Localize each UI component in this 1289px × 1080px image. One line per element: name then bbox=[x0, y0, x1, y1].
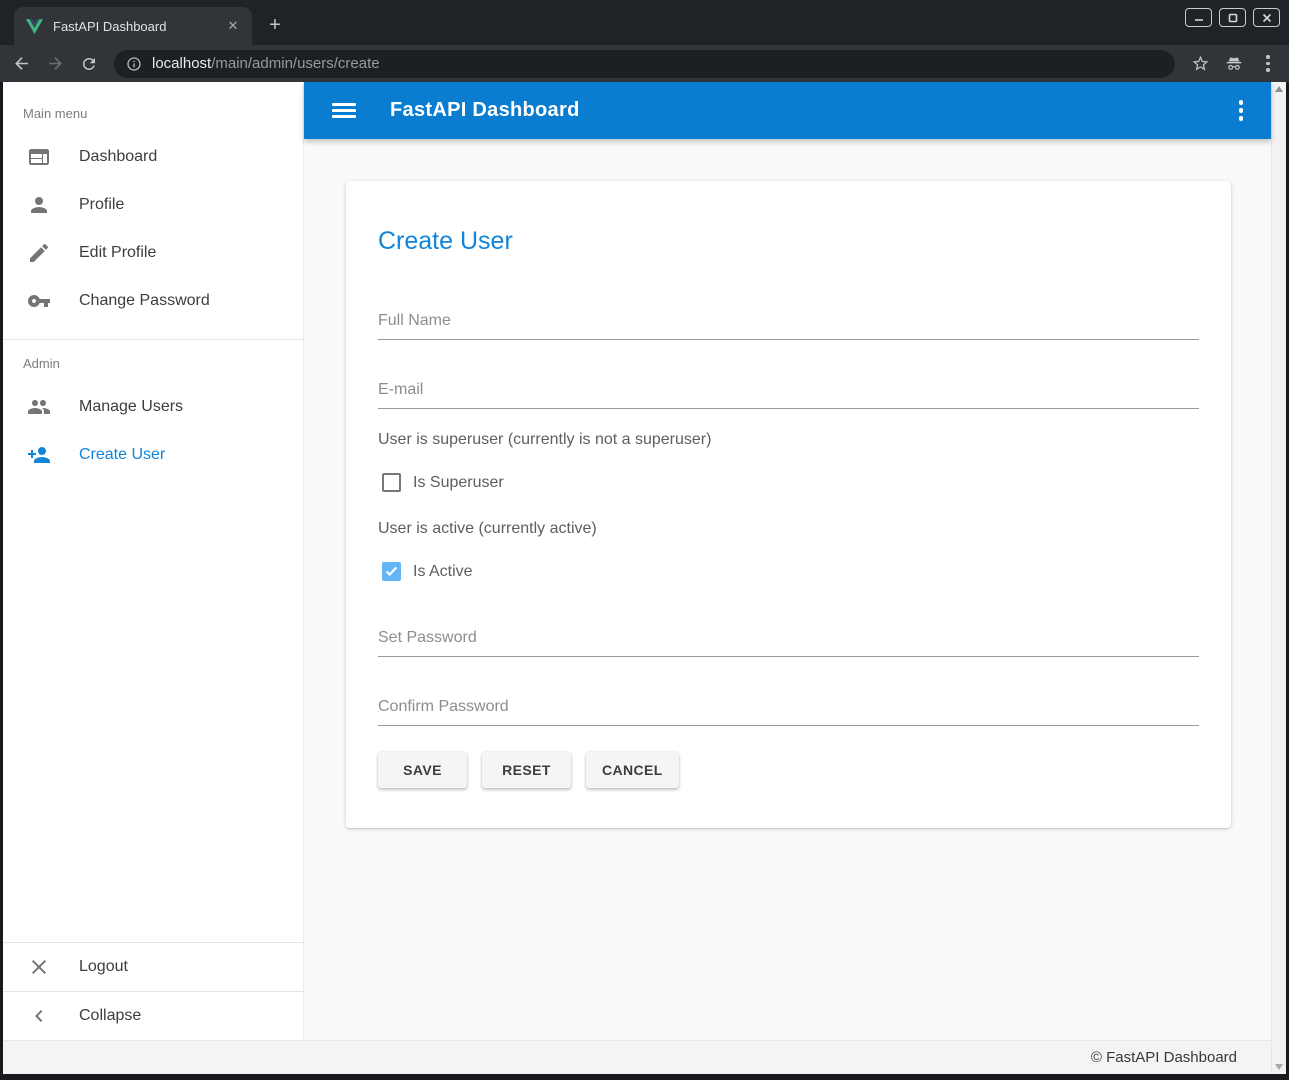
sidebar-item-create-user[interactable]: Create User bbox=[3, 431, 303, 479]
address-bar[interactable]: localhost/main/admin/users/create bbox=[114, 50, 1175, 78]
reload-button[interactable] bbox=[76, 51, 102, 77]
is-active-row[interactable]: Is Active bbox=[382, 562, 1199, 581]
sidebar-item-label: Edit Profile bbox=[79, 244, 156, 262]
page-title: Create User bbox=[378, 227, 1199, 256]
create-user-card: Create User User is superuser (currently… bbox=[346, 181, 1231, 828]
sidebar-item-label: Dashboard bbox=[79, 148, 157, 166]
main-area: FastAPI Dashboard Create User User is su… bbox=[304, 82, 1271, 1040]
copyright-text: © FastAPI Dashboard bbox=[1091, 1049, 1237, 1066]
browser-titlebar: FastAPI Dashboard ✕ + bbox=[0, 0, 1289, 45]
incognito-icon bbox=[1221, 51, 1247, 77]
person-icon bbox=[27, 193, 51, 217]
people-icon bbox=[27, 395, 51, 419]
window-maximize-button[interactable] bbox=[1219, 8, 1246, 27]
sidebar-item-edit-profile[interactable]: Edit Profile bbox=[3, 229, 303, 277]
close-icon bbox=[27, 955, 51, 979]
url-host: localhost bbox=[152, 55, 211, 72]
cancel-button[interactable]: CANCEL bbox=[586, 752, 679, 788]
is-active-checkbox[interactable] bbox=[382, 562, 401, 581]
sidebar-item-manage-users[interactable]: Manage Users bbox=[3, 383, 303, 431]
sidebar-item-profile[interactable]: Profile bbox=[3, 181, 303, 229]
sidebar-item-change-password[interactable]: Change Password bbox=[3, 277, 303, 325]
sidebar-item-label: Profile bbox=[79, 196, 124, 214]
confirm-password-input[interactable] bbox=[378, 698, 1199, 726]
page-footer: © FastAPI Dashboard bbox=[3, 1040, 1271, 1074]
person-add-icon bbox=[27, 443, 51, 467]
page-viewport: Main menu Dashboard Profile bbox=[3, 82, 1286, 1074]
sidebar-item-label: Manage Users bbox=[79, 398, 183, 416]
browser-toolbar: localhost/main/admin/users/create bbox=[0, 45, 1289, 82]
sidebar-item-collapse[interactable]: Collapse bbox=[3, 992, 303, 1040]
forward-button[interactable] bbox=[42, 51, 68, 77]
browser-window: { "browser": { "tab_title": "FastAPI Das… bbox=[0, 0, 1289, 1080]
set-password-input[interactable] bbox=[378, 629, 1199, 657]
sidebar-item-label: Logout bbox=[79, 958, 128, 976]
key-icon bbox=[27, 289, 51, 313]
email-input[interactable] bbox=[378, 381, 1199, 409]
is-superuser-label: Is Superuser bbox=[413, 474, 504, 492]
site-info-icon[interactable] bbox=[126, 56, 142, 72]
sidebar-item-label: Create User bbox=[79, 446, 165, 464]
app-menu-icon[interactable] bbox=[1229, 100, 1253, 121]
hamburger-menu-icon[interactable] bbox=[332, 99, 356, 123]
active-hint: User is active (currently active) bbox=[378, 520, 1199, 538]
new-tab-button[interactable]: + bbox=[262, 13, 288, 37]
sidebar-item-dashboard[interactable]: Dashboard bbox=[3, 133, 303, 181]
app-title: FastAPI Dashboard bbox=[390, 99, 580, 122]
sidebar-item-logout[interactable]: Logout bbox=[3, 943, 303, 991]
scrollbar-up-icon[interactable] bbox=[1275, 86, 1283, 92]
is-superuser-checkbox[interactable] bbox=[382, 473, 401, 492]
scrollbar-down-icon[interactable] bbox=[1275, 1064, 1283, 1070]
page-content: Create User User is superuser (currently… bbox=[304, 139, 1271, 1040]
sidebar: Main menu Dashboard Profile bbox=[3, 82, 304, 1040]
url-path: /main/admin/users/create bbox=[211, 55, 379, 72]
save-button[interactable]: SAVE bbox=[378, 752, 467, 788]
url-text: localhost/main/admin/users/create bbox=[152, 55, 380, 72]
full-name-input[interactable] bbox=[378, 312, 1199, 340]
back-button[interactable] bbox=[8, 51, 34, 77]
chevron-left-icon bbox=[27, 1004, 51, 1028]
browser-tab[interactable]: FastAPI Dashboard ✕ bbox=[14, 7, 252, 45]
tab-title: FastAPI Dashboard bbox=[53, 19, 224, 34]
window-close-button[interactable] bbox=[1253, 8, 1280, 27]
vue-logo-icon bbox=[26, 19, 43, 34]
reset-button[interactable]: RESET bbox=[482, 752, 571, 788]
is-active-label: Is Active bbox=[413, 563, 473, 581]
web-icon bbox=[27, 145, 51, 169]
pencil-icon bbox=[27, 241, 51, 265]
superuser-hint: User is superuser (currently is not a su… bbox=[378, 431, 1199, 449]
window-minimize-button[interactable] bbox=[1185, 8, 1212, 27]
sidebar-item-label: Collapse bbox=[79, 1007, 141, 1025]
scrollbar[interactable] bbox=[1271, 82, 1286, 1074]
bookmark-star-icon[interactable] bbox=[1187, 51, 1213, 77]
app-bar: FastAPI Dashboard bbox=[304, 82, 1271, 139]
sidebar-section-main-menu: Main menu bbox=[3, 96, 303, 133]
sidebar-item-label: Change Password bbox=[79, 292, 210, 310]
sidebar-section-admin: Admin bbox=[3, 340, 303, 383]
is-superuser-row[interactable]: Is Superuser bbox=[382, 473, 1199, 492]
browser-menu-icon[interactable] bbox=[1255, 51, 1281, 77]
tab-close-icon[interactable]: ✕ bbox=[224, 17, 242, 35]
